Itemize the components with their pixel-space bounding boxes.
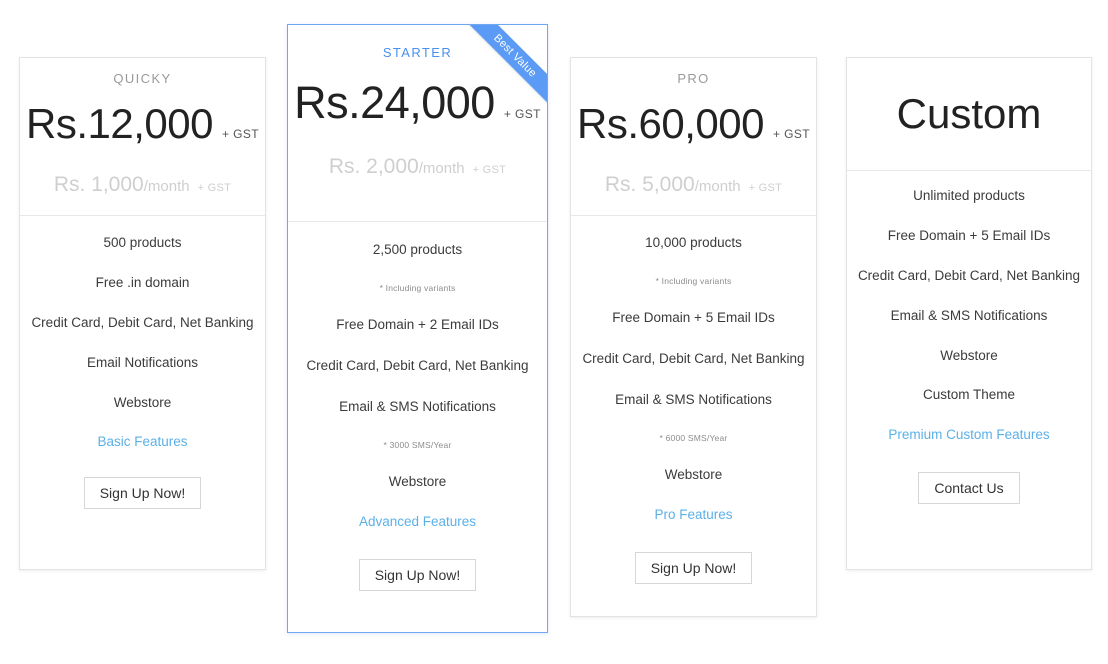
plan-header-starter: STARTER Rs.24,000 + GST Rs. 2,000 /month… <box>288 25 547 222</box>
plan-name-starter: STARTER <box>382 45 453 60</box>
plan-features-custom: Unlimited products Free Domain + 5 Email… <box>847 171 1091 569</box>
feature-item: Free Domain + 2 Email IDs <box>336 316 499 332</box>
features-link-pro[interactable]: Pro Features <box>571 507 816 522</box>
plan-price-starter: Rs.24,000 <box>294 77 495 128</box>
feature-item: Webstore <box>113 394 172 410</box>
feature-note: * 3000 SMS/Year <box>383 439 452 450</box>
plan-features-pro: 10,000 products * Including variants Fre… <box>571 216 816 616</box>
plan-price-row-custom: Custom <box>847 93 1091 135</box>
plan-card-custom[interactable]: Custom Unlimited products Free Domain + … <box>846 57 1092 570</box>
plan-price-gst-pro: + GST <box>772 127 810 141</box>
feature-item: Free Domain + 5 Email IDs <box>887 227 1051 243</box>
plan-cta-wrap-custom: Contact Us <box>847 472 1091 505</box>
plan-name-pro: PRO <box>677 71 710 86</box>
plan-card-pro[interactable]: PRO Rs.60,000 + GST Rs. 5,000 /month + G… <box>570 57 817 617</box>
plan-price-quicky: Rs.12,000 <box>26 100 213 147</box>
feature-item: Email & SMS Notifications <box>890 307 1048 323</box>
plan-header-pro: PRO Rs.60,000 + GST Rs. 5,000 /month + G… <box>571 58 816 216</box>
plan-monthly-period-starter: /month <box>418 160 465 177</box>
feature-item: 2,500 products <box>372 242 463 257</box>
feature-item: Credit Card, Debit Card, Net Banking <box>306 357 529 373</box>
feature-note: * Including variants <box>655 275 732 286</box>
signup-button-quicky[interactable]: Sign Up Now! <box>83 477 202 510</box>
plan-monthly-amount-pro: Rs. 5,000 <box>604 173 695 196</box>
plan-cta-wrap-quicky: Sign Up Now! <box>20 477 265 510</box>
feature-item: Custom Theme <box>922 387 1016 403</box>
signup-button-starter[interactable]: Sign Up Now! <box>358 559 477 592</box>
plan-price-row-pro: Rs.60,000 + GST <box>571 103 816 145</box>
plan-monthly-row-starter: Rs. 2,000 /month + GST <box>288 155 547 179</box>
plan-price-row-starter: Rs.24,000 + GST <box>288 80 547 125</box>
plan-monthly-gst-quicky: + GST <box>197 182 232 194</box>
features-link-quicky[interactable]: Basic Features <box>20 434 265 449</box>
plan-header-custom: Custom <box>847 58 1091 171</box>
features-link-custom[interactable]: Premium Custom Features <box>847 427 1091 442</box>
feature-item: Email Notifications <box>86 354 199 370</box>
feature-note: * 6000 SMS/Year <box>659 432 728 443</box>
feature-item: Credit Card, Debit Card, Net Banking <box>31 314 254 330</box>
feature-item: Webstore <box>664 466 723 482</box>
plan-price-gst-starter: + GST <box>503 107 541 121</box>
plan-price-gst-quicky: + GST <box>221 127 259 141</box>
plan-monthly-row-quicky: Rs. 1,000 /month + GST <box>20 173 265 197</box>
plan-monthly-row-pro: Rs. 5,000 /month + GST <box>571 173 816 197</box>
feature-note: * Including variants <box>379 282 456 293</box>
plan-monthly-gst-starter: + GST <box>472 164 507 176</box>
plan-monthly-amount-quicky: Rs. 1,000 <box>53 173 144 196</box>
plan-cta-wrap-pro: Sign Up Now! <box>571 552 816 585</box>
plan-monthly-period-pro: /month <box>694 178 741 195</box>
plan-monthly-period-quicky: /month <box>143 178 190 195</box>
feature-item: Webstore <box>388 473 447 489</box>
pricing-plans-board: QUICKY Rs.12,000 + GST Rs. 1,000 /month … <box>0 0 1108 664</box>
plan-monthly-gst-pro: + GST <box>748 182 783 194</box>
contact-us-button[interactable]: Contact Us <box>918 472 1020 505</box>
signup-button-pro[interactable]: Sign Up Now! <box>634 552 753 585</box>
plan-price-row-quicky: Rs.12,000 + GST <box>20 103 265 145</box>
plan-price-pro: Rs.60,000 <box>577 100 764 147</box>
feature-item: Free .in domain <box>95 274 190 290</box>
feature-item: 10,000 products <box>645 235 742 250</box>
feature-item: Email & SMS Notifications <box>615 391 772 407</box>
plan-card-starter[interactable]: Best Value STARTER Rs.24,000 + GST Rs. 2… <box>287 24 548 633</box>
plan-features-starter: 2,500 products * Including variants Free… <box>288 222 547 632</box>
features-link-starter[interactable]: Advanced Features <box>288 514 547 529</box>
feature-item: 500 products <box>103 235 182 250</box>
feature-item: Free Domain + 5 Email IDs <box>612 309 775 325</box>
feature-item: Email & SMS Notifications <box>339 398 496 414</box>
plan-header-quicky: QUICKY Rs.12,000 + GST Rs. 1,000 /month … <box>20 58 265 216</box>
plan-monthly-amount-starter: Rs. 2,000 <box>328 155 419 178</box>
feature-item: Webstore <box>940 347 998 363</box>
plan-cta-wrap-starter: Sign Up Now! <box>288 559 547 592</box>
plan-price-custom: Custom <box>896 90 1042 137</box>
feature-item: Credit Card, Debit Card, Net Banking <box>582 350 805 366</box>
feature-item: Unlimited products <box>913 188 1025 203</box>
feature-item: Credit Card, Debit Card, Net Banking <box>857 267 1081 283</box>
plan-name-quicky: QUICKY <box>113 71 172 86</box>
plan-features-quicky: 500 products Free .in domain Credit Card… <box>20 216 265 569</box>
plan-card-quicky[interactable]: QUICKY Rs.12,000 + GST Rs. 1,000 /month … <box>19 57 266 570</box>
